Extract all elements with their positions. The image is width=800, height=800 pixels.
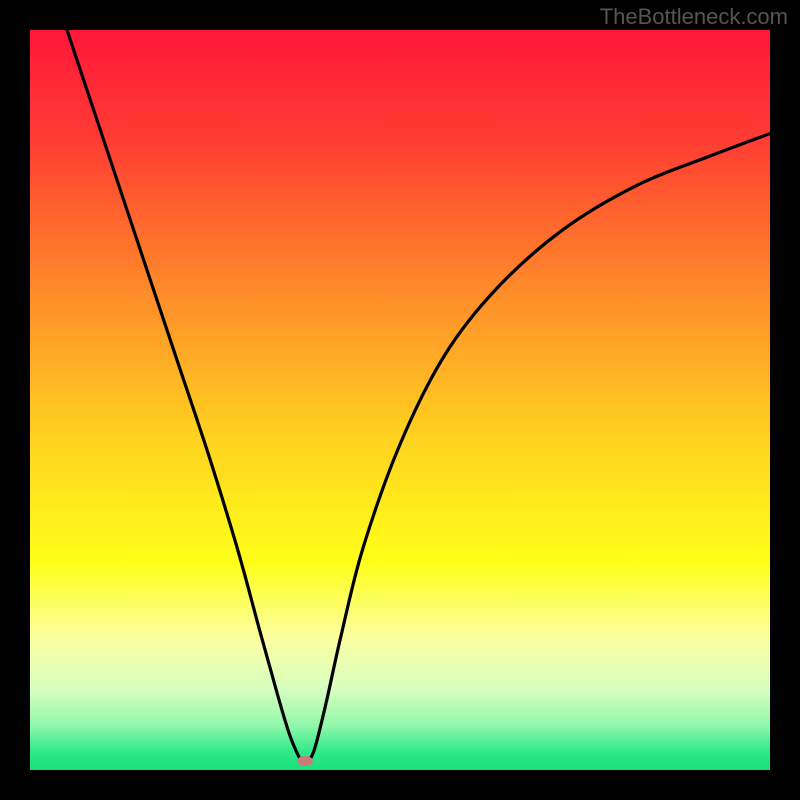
watermark-text: TheBottleneck.com [600, 4, 788, 30]
bottleneck-curve [30, 30, 770, 770]
chart-frame [30, 30, 770, 770]
plot-area [30, 30, 770, 770]
optimal-point-marker [297, 756, 313, 766]
